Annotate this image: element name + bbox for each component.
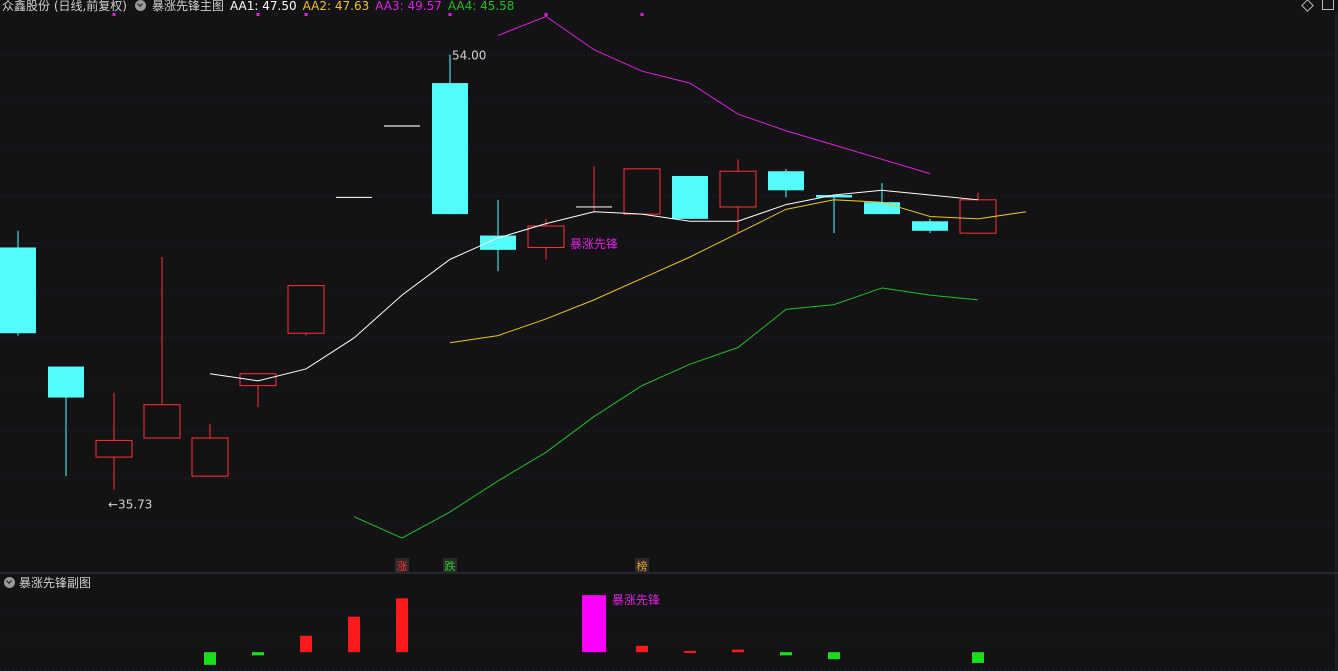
candle-body	[432, 83, 468, 215]
top-dot-marker	[304, 13, 308, 16]
sub-bar	[252, 652, 264, 656]
high-price-label: 54.00	[452, 48, 486, 62]
candle-body	[48, 366, 84, 398]
candle-body	[95, 439, 133, 458]
candle-body	[287, 285, 325, 334]
top-dot-marker	[448, 13, 452, 16]
sub-bar	[780, 652, 792, 656]
marker-label: 榜	[637, 559, 648, 573]
candle-body	[768, 171, 804, 191]
top-dot-marker	[640, 13, 644, 16]
marker-label: 涨	[397, 560, 408, 573]
sub-bar	[348, 616, 360, 653]
candle-body	[672, 175, 708, 219]
sub-bar	[828, 652, 840, 660]
candle-body	[239, 373, 277, 387]
top-dot-marker	[112, 13, 116, 16]
candle-body	[864, 202, 900, 215]
sub-bar	[396, 598, 408, 653]
low-price-label: ←35.73	[108, 498, 152, 512]
series-aa1-line	[209, 189, 979, 382]
candle-body	[143, 404, 181, 439]
candle-body	[527, 225, 565, 248]
series-aa4-line	[353, 287, 979, 539]
sub-bar	[300, 635, 312, 653]
candlestick-chart[interactable]: ←35.7354.00暴涨先锋涨跌榜暴涨先锋	[0, 0, 1338, 671]
marker-label: 跌	[445, 559, 456, 573]
sub-bar	[732, 649, 744, 653]
candle-body	[0, 247, 36, 334]
candle-body	[912, 221, 948, 231]
top-dot-marker	[544, 13, 548, 16]
candle-body	[719, 170, 757, 208]
series-aa3-line	[497, 15, 931, 175]
sub-bar	[684, 650, 696, 653]
candle-body	[191, 437, 229, 477]
signal-label: 暴涨先锋	[570, 236, 618, 251]
sub-bar	[204, 652, 216, 665]
sub-signal-label: 暴涨先锋	[612, 592, 660, 607]
sub-bar	[582, 595, 606, 653]
sub-bar	[972, 652, 984, 663]
candle-body	[959, 199, 997, 234]
sub-bar	[636, 645, 648, 653]
top-dot-marker	[256, 13, 260, 16]
candle-body	[623, 168, 661, 215]
